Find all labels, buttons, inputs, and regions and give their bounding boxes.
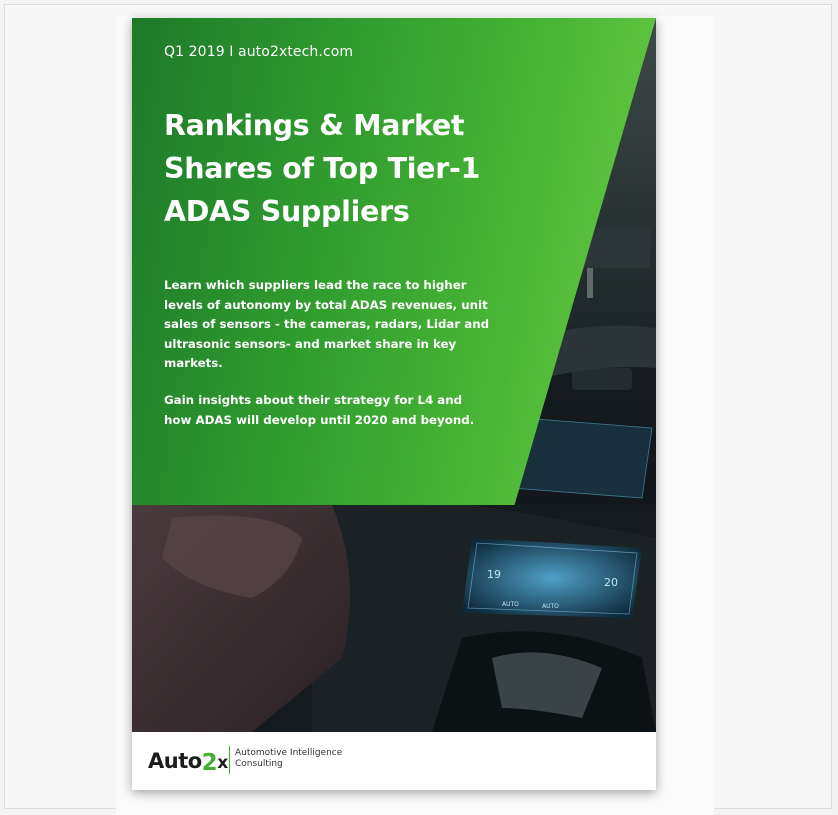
description-line: Learn which suppliers lead the race to h… [164,278,467,292]
brochure-footer: Auto2x Automotive Intelligence Consultin… [132,732,656,790]
title-line: ADAS Suppliers [164,195,410,228]
logo-text: Auto [148,749,202,773]
tagline-line: Consulting [235,759,283,769]
description-line: ultrasonic sensors- and market share in … [164,336,457,351]
description-line: markets. [164,356,223,370]
logo-two: 2 [201,750,218,776]
insight-line: Gain insights about their strategy for L… [164,393,463,407]
logo-x: x [217,753,228,773]
brochure-cover: 19 20 AUTO AUTO Q1 2019 I auto2xtech.com… [132,18,656,790]
description-line: levels of autonomy by total ADAS revenue… [164,297,488,312]
right-temp-readout: 20 [604,576,618,589]
insight-line: how ADAS will develop until 2020 and bey… [164,412,475,427]
tagline-line: Automotive Intelligence [235,748,343,758]
left-temp-readout: 19 [487,568,501,581]
description-line: sales of sensors - the cameras, radars, … [164,317,490,331]
issue-and-website: Q1 2019 I auto2xtech.com [164,44,354,60]
logo-divider [229,746,230,774]
report-insights: Gain insights about their strategy for L… [164,391,504,430]
title-line: Rankings & Market [164,109,465,142]
report-description: Learn which suppliers lead the race to h… [164,276,504,374]
auto-label-2: AUTO [542,603,559,610]
title-line: Shares of Top Tier-1 [164,152,481,185]
report-title: Rankings & Market Shares of Top Tier-1 A… [164,104,524,233]
auto2x-logo: Auto2x [148,748,228,778]
company-tagline: Automotive Intelligence Consulting [235,748,342,770]
auto-label-1: AUTO [502,601,519,608]
